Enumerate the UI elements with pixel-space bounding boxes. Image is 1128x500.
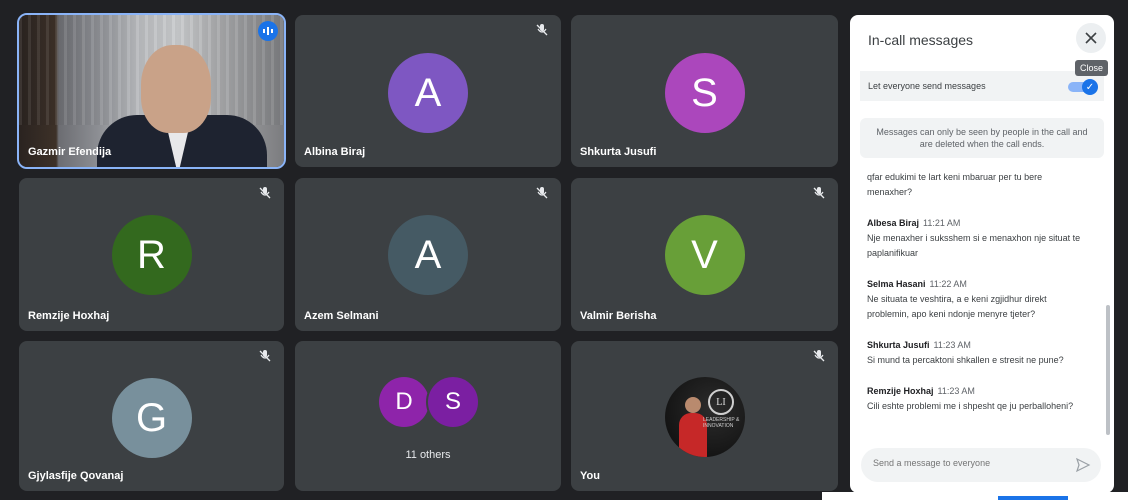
- message-sender: Selma Hasani: [867, 279, 926, 289]
- participant-tile-albina[interactable]: A Albina Biraj: [295, 15, 561, 167]
- message-sender: Albesa Biraj: [867, 218, 920, 228]
- mic-off-icon: [813, 187, 825, 199]
- profile-photo: LI LEADERSHIP & INNOVATION: [665, 377, 745, 457]
- participant-tile-valmir[interactable]: V Valmir Berisha: [571, 178, 838, 331]
- participant-name: You: [580, 470, 600, 482]
- message-list: qfar edukimi te lart keni mbaruar per tu…: [867, 170, 1085, 440]
- participant-name: Albina Biraj: [304, 146, 366, 158]
- privacy-notice: Messages can only be seen by people in t…: [860, 118, 1104, 158]
- participant-tile-remzije[interactable]: R Remzije Hoxhaj: [19, 178, 284, 331]
- check-icon: ✓: [1082, 79, 1098, 95]
- message-text: qfar edukimi te lart keni mbaruar per tu…: [867, 172, 1043, 197]
- message-item: Remzije Hoxhaj 11:23 AM Cili eshte proble…: [867, 384, 1085, 414]
- participant-name: Gazmir Efendija: [28, 146, 112, 158]
- message-input[interactable]: [871, 457, 1065, 469]
- message-time: 11:23 AM: [937, 386, 975, 396]
- message-text: Ne situata te veshtira, a e keni zgjidhu…: [867, 294, 1047, 319]
- participant-tile-gazmir[interactable]: Gazmir Efendija: [17, 13, 286, 169]
- logo-text: LEADERSHIP & INNOVATION: [703, 417, 740, 429]
- message-composer: [861, 448, 1101, 482]
- participant-avatar: G: [111, 378, 192, 458]
- participant-tile-you[interactable]: LI LEADERSHIP & INNOVATION You: [571, 341, 838, 491]
- message-time: 11:23 AM: [933, 340, 971, 350]
- participant-avatar: S: [664, 53, 745, 133]
- close-tooltip: Close: [1075, 60, 1109, 76]
- message-time: 11:22 AM: [929, 279, 967, 289]
- message-item: qfar edukimi te lart keni mbaruar per tu…: [867, 170, 1085, 200]
- message-text: Nje menaxher i suksshem si e menaxhon nj…: [867, 233, 1081, 258]
- message-sender: Remzije Hoxhaj: [867, 386, 934, 396]
- mic-off-icon: [813, 350, 825, 362]
- participant-avatar: V: [664, 215, 745, 295]
- participant-name: Shkurta Jusufi: [580, 146, 657, 158]
- participant-name: Gjylasfije Qovanaj: [28, 470, 124, 482]
- video-feed: [19, 15, 284, 167]
- message-time: 11:21 AM: [923, 218, 961, 228]
- message-text: Cili eshte problemi me i shpesht qe ju p…: [867, 401, 1074, 411]
- close-button[interactable]: [1076, 23, 1106, 53]
- mic-off-icon: [259, 187, 271, 199]
- participant-tile-shkurta[interactable]: S Shkurta Jusufi: [571, 15, 838, 167]
- message-item: Shkurta Jusufi 11:23 AM Si mund ta percak…: [867, 338, 1085, 368]
- others-count-label: 11 others: [405, 449, 451, 461]
- participant-name: Remzije Hoxhaj: [28, 310, 110, 322]
- participant-name: Valmir Berisha: [580, 310, 657, 322]
- panel-title: In-call messages: [868, 32, 974, 48]
- message-text: Si mund ta percaktoni shkallen e stresit…: [867, 355, 1064, 365]
- mic-off-icon: [536, 24, 548, 36]
- speaking-indicator-icon: [258, 21, 278, 41]
- message-item: Selma Hasani 11:22 AM Ne situata te vesht…: [867, 277, 1085, 322]
- participant-avatar: R: [111, 215, 192, 295]
- allow-messages-label: Let everyone send messages: [868, 81, 986, 91]
- participant-name: Azem Selmani: [304, 310, 379, 322]
- allow-messages-toggle[interactable]: ✓: [1068, 79, 1098, 95]
- bottom-bar: [822, 492, 1128, 500]
- message-item: Albesa Biraj 11:21 AM Nje menaxher i suks…: [867, 216, 1085, 261]
- mic-off-icon: [259, 350, 271, 362]
- close-icon: [1085, 32, 1097, 44]
- message-sender: Shkurta Jusufi: [867, 340, 930, 350]
- allow-messages-row: Let everyone send messages ✓: [860, 71, 1104, 101]
- participant-avatar: A: [388, 215, 468, 295]
- participant-tile-others[interactable]: D S 11 others: [295, 341, 561, 491]
- participant-tile-azem[interactable]: A Azem Selmani: [295, 178, 561, 331]
- send-icon[interactable]: [1075, 457, 1091, 473]
- participant-avatar: D: [379, 377, 429, 427]
- participant-tile-gjylasfije[interactable]: G Gjylasfije Qovanaj: [19, 341, 284, 491]
- in-call-messages-panel: In-call messages Let everyone send messa…: [850, 15, 1114, 493]
- participant-avatar: A: [388, 53, 468, 133]
- participant-avatar: S: [426, 375, 480, 429]
- mic-off-icon: [536, 187, 548, 199]
- message-scrollbar[interactable]: [1106, 305, 1110, 435]
